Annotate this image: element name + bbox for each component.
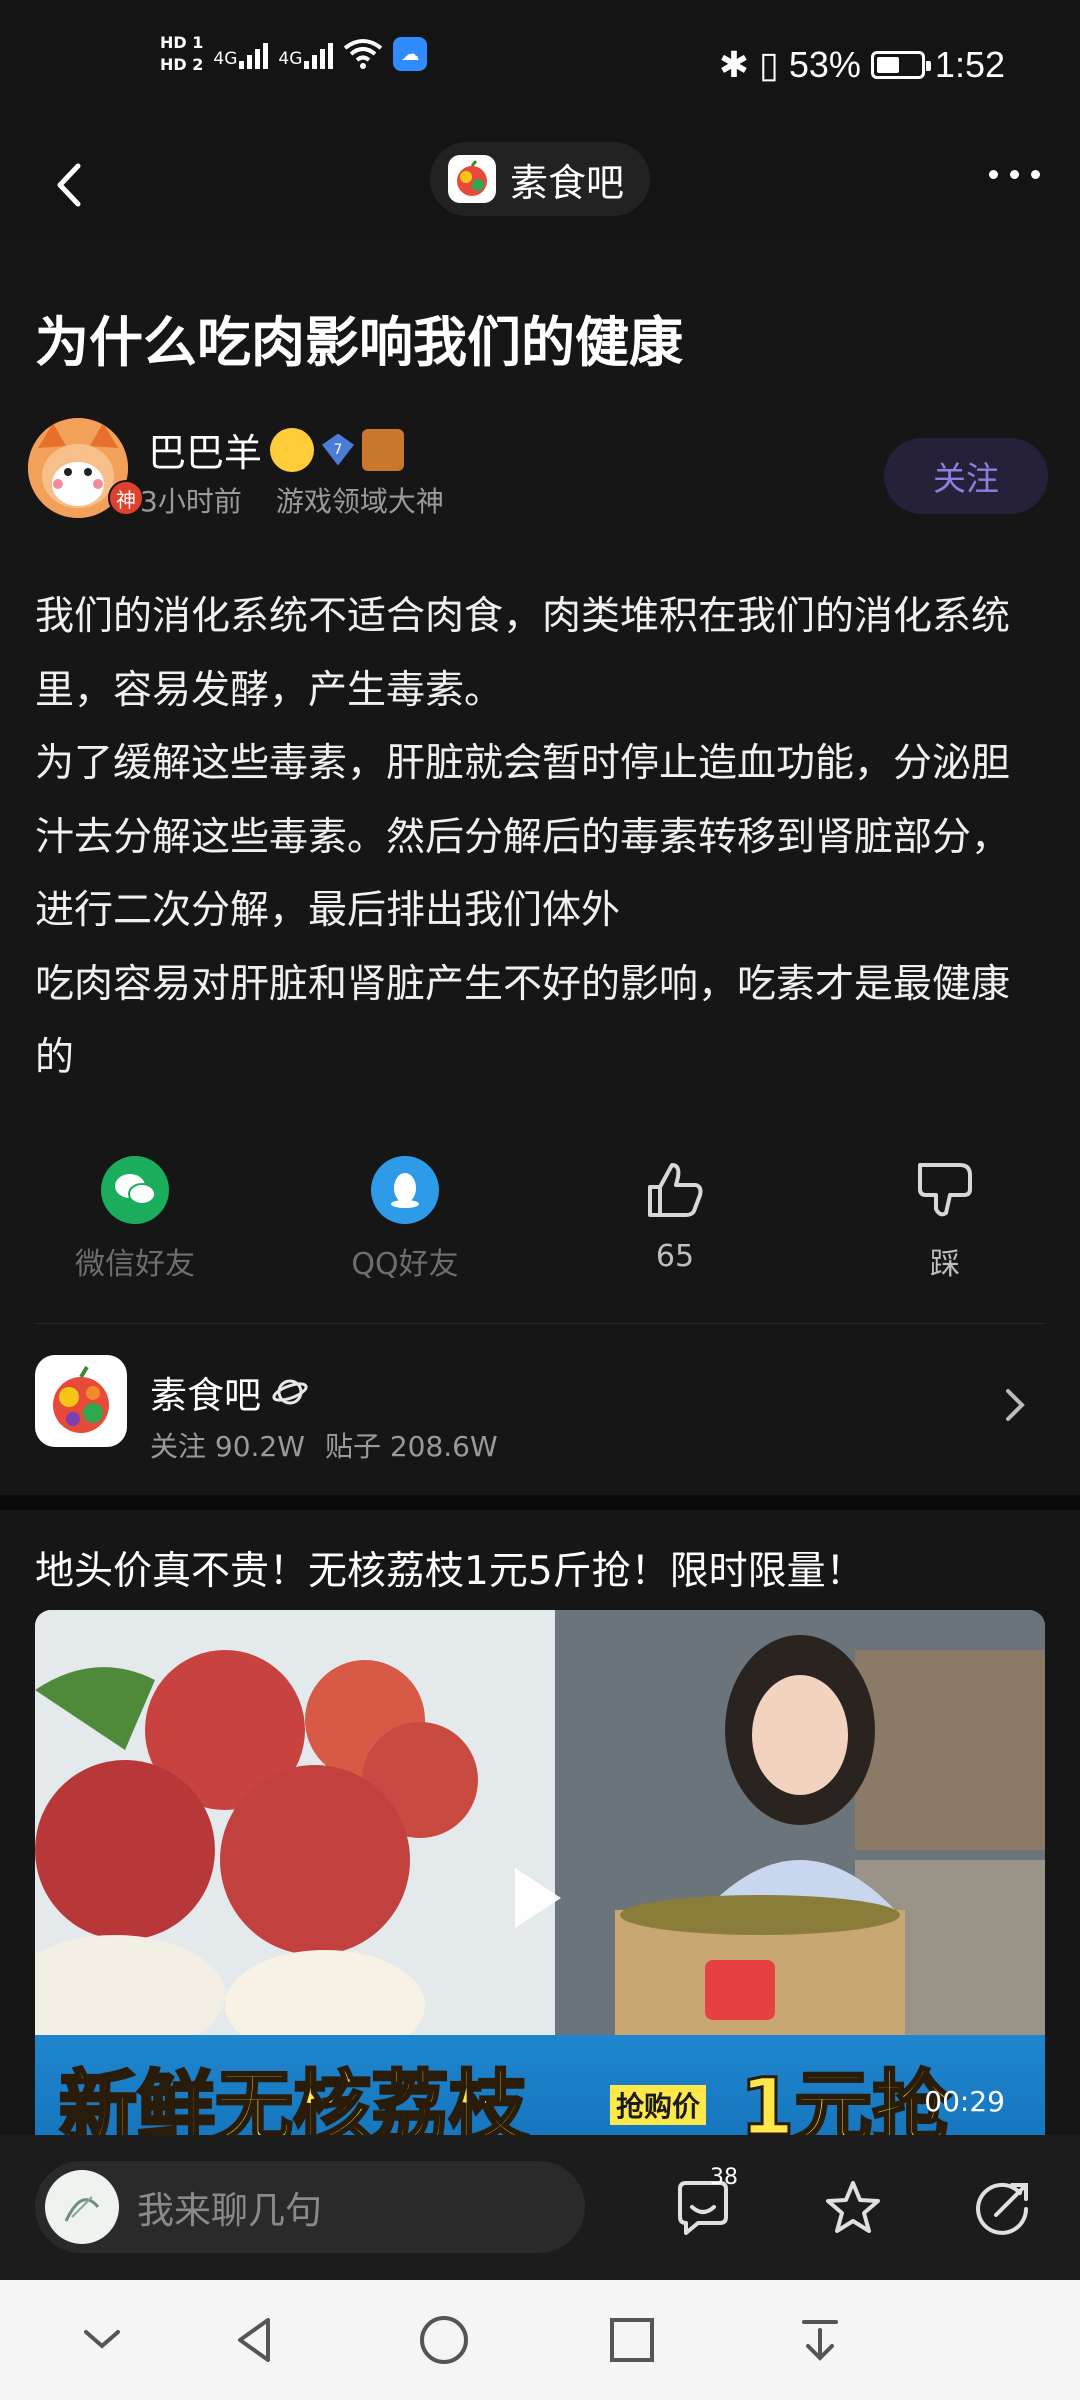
more-options-icon[interactable] bbox=[989, 170, 1040, 179]
forum-name: 素食吧 bbox=[150, 1374, 261, 1417]
cloud-icon: ☁ bbox=[393, 37, 428, 71]
bluetooth-icon: ✱ bbox=[718, 44, 750, 85]
signal1-icon: 4G bbox=[213, 39, 269, 69]
wechat-icon bbox=[101, 1156, 169, 1224]
forum-name-row: 素食吧 bbox=[150, 1365, 309, 1419]
ad-title: 地头价真不贵！无核荔枝1元5斤抢！限时限量！ bbox=[35, 1549, 865, 1594]
share-wechat-button[interactable]: 微信好友 bbox=[35, 1155, 235, 1283]
paragraph: 为了缓解这些毒素，肝脏就会暂时停止造血功能，分泌胆汁去分解这些毒素。然后分解后的… bbox=[35, 741, 1011, 933]
play-icon[interactable] bbox=[515, 1868, 561, 1928]
seller-image bbox=[555, 1610, 1045, 2035]
author-row: 神 巴巴羊 7 3小时前 游戏领域大神 关注 bbox=[28, 418, 1048, 528]
wifi-icon bbox=[344, 39, 383, 69]
forum-followers: 关注 90.2W bbox=[150, 1430, 305, 1463]
section-separator bbox=[0, 1495, 1080, 1510]
qq-label: QQ好友 bbox=[351, 1247, 459, 1282]
battery-percent: 53% bbox=[788, 44, 861, 85]
forum-logo-icon bbox=[35, 1355, 127, 1447]
ad-banner-small: 抢购价 bbox=[610, 2085, 707, 2125]
chevron-down-icon[interactable] bbox=[72, 2310, 132, 2370]
dislike-button[interactable]: 踩 bbox=[845, 1155, 1045, 1283]
ad-banner: 新鲜无核荔枝 抢购价 1元抢 00:29 bbox=[35, 2035, 1045, 2135]
comment-input[interactable]: 我来聊几句 bbox=[35, 2161, 585, 2253]
hd2-label: HD 2 bbox=[160, 55, 204, 74]
chevron-right-icon bbox=[1006, 1389, 1025, 1421]
paragraph: 我们的消化系统不适合肉食，肉类堆积在我们的消化系统里，容易发酵，产生毒素。 bbox=[35, 594, 1011, 713]
thumbs-down-icon bbox=[918, 1163, 972, 1217]
video-duration: 00:29 bbox=[924, 2085, 1005, 2118]
battery-icon bbox=[870, 51, 931, 79]
share-icon[interactable] bbox=[972, 2177, 1034, 2239]
like-button[interactable]: 65 bbox=[575, 1155, 775, 1274]
status-right: ✱ ▯ 53% 1:52 bbox=[719, 44, 1005, 86]
lychee-image bbox=[35, 1610, 555, 2060]
paragraph: 吃肉容易对肝脏和肾脏产生不好的影响，吃素才是最健康的 bbox=[35, 961, 1011, 1081]
forum-pill-button[interactable]: 素食吧 bbox=[430, 142, 651, 216]
planet-icon bbox=[272, 1379, 308, 1405]
like-count: 65 bbox=[655, 1239, 695, 1274]
forum-card[interactable]: 素食吧 关注 90.2W 贴子 208.6W bbox=[0, 1325, 1080, 1495]
thumbs-up-icon bbox=[648, 1163, 703, 1217]
vibrate-icon: ▯ bbox=[759, 44, 779, 85]
user-avatar bbox=[45, 2170, 119, 2244]
wechat-label: 微信好友 bbox=[75, 1247, 195, 1282]
avatar-badge: 神 bbox=[108, 480, 144, 516]
follow-button[interactable]: 关注 bbox=[884, 438, 1048, 514]
forum-posts: 贴子 208.6W bbox=[324, 1430, 498, 1463]
ad-banner-main: 新鲜无核荔枝 bbox=[57, 2062, 528, 2136]
comment-bar: 我来聊几句 38 bbox=[0, 2135, 1080, 2280]
forum-logo-icon bbox=[448, 155, 496, 203]
ad-banner-price: 1元抢 bbox=[738, 2062, 951, 2136]
emoji-face-icon bbox=[270, 427, 315, 472]
top-nav-bar: 素食吧 bbox=[0, 130, 1080, 240]
ad-video[interactable]: 新鲜无核荔枝 抢购价 1元抢 00:29 bbox=[35, 1610, 1045, 2135]
star-icon[interactable] bbox=[822, 2177, 884, 2239]
dislike-label: 踩 bbox=[930, 1247, 960, 1282]
comment-placeholder: 我来聊几句 bbox=[137, 2189, 322, 2232]
post-actions: 微信好友 QQ好友 65 踩 bbox=[0, 1155, 1080, 1295]
back-arrow-icon[interactable] bbox=[48, 160, 98, 210]
system-nav-bar bbox=[0, 2280, 1080, 2400]
ad-card[interactable]: 地头价真不贵！无核荔枝1元5斤抢！限时限量！ 新鲜无核荔枝 抢购价 1元抢 00… bbox=[0, 1510, 1080, 2135]
level-gem-icon: 7 bbox=[322, 433, 355, 466]
author-name: 巴巴羊 bbox=[148, 431, 263, 475]
hd1-label: HD 1 bbox=[160, 33, 204, 52]
back-icon[interactable] bbox=[226, 2310, 286, 2370]
qq-icon bbox=[371, 1156, 439, 1224]
author-meta: 3小时前 游戏领域大神 bbox=[140, 480, 444, 520]
share-qq-button[interactable]: QQ好友 bbox=[305, 1155, 505, 1283]
forum-pill-name: 素食吧 bbox=[510, 160, 625, 205]
status-left: HD 1 HD 2 4G 4G ☁ bbox=[160, 34, 428, 74]
author-name-row[interactable]: 巴巴羊 7 bbox=[148, 422, 405, 477]
recents-icon[interactable] bbox=[602, 2310, 662, 2370]
medal-icon bbox=[362, 428, 405, 471]
forum-stats: 关注 90.2W 贴子 208.6W bbox=[150, 1425, 498, 1465]
home-icon[interactable] bbox=[414, 2310, 474, 2370]
post: 为什么吃肉影响我们的健康 神 巴巴羊 7 3小时前 游戏领域大神 关注 我们的消… bbox=[0, 240, 1080, 1495]
clock: 1:52 bbox=[934, 44, 1005, 85]
notification-pull-icon[interactable] bbox=[790, 2310, 850, 2370]
signal2-icon: 4G bbox=[278, 39, 334, 69]
post-content: 我们的消化系统不适合肉食，肉类堆积在我们的消化系统里，容易发酵，产生毒素。 为了… bbox=[35, 580, 1045, 1095]
divider bbox=[35, 1323, 1045, 1324]
comment-count-badge: 38 bbox=[710, 2165, 738, 2190]
post-time: 3小时前 bbox=[140, 485, 242, 518]
author-tag: 游戏领域大神 bbox=[275, 485, 444, 518]
hd-indicators: HD 1 HD 2 bbox=[160, 34, 203, 74]
status-bar: HD 1 HD 2 4G 4G ☁ ✱ ▯ 53% 1:52 bbox=[0, 0, 1080, 130]
post-title: 为什么吃肉影响我们的健康 bbox=[35, 311, 683, 374]
